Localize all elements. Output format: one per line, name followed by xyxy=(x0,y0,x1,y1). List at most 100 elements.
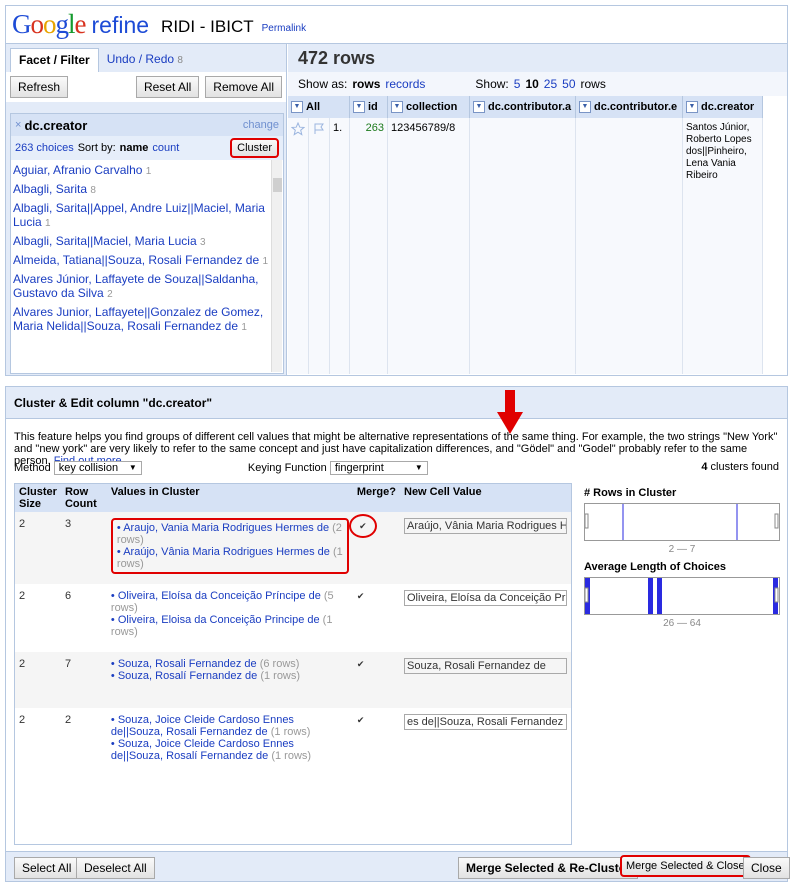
rows-histogram-chart xyxy=(584,504,779,540)
cell-contributor-a[interactable] xyxy=(469,118,576,374)
facet-title: dc.creator xyxy=(24,117,88,133)
refresh-button[interactable]: Refresh xyxy=(10,76,69,98)
dropdown-icon[interactable]: ▼ xyxy=(686,101,698,114)
facet-choice[interactable]: Alvares Júnior, Laffayete de Souza||Sald… xyxy=(13,272,271,302)
cluster-value[interactable]: • Souza, Joice Cleide Cardoso Ennes de||… xyxy=(111,714,349,738)
show-rows-option[interactable]: rows xyxy=(352,77,380,91)
dropdown-icon[interactable]: ▼ xyxy=(353,101,365,114)
facet-change-link[interactable]: change xyxy=(243,119,279,131)
choices-count: 263 choices xyxy=(15,142,74,154)
cell-contributor-e[interactable] xyxy=(575,118,683,374)
dialog-footer: Select All Deselect All Merge Selected &… xyxy=(6,851,790,881)
method-label: Method xyxy=(14,462,51,474)
facet-choice[interactable]: Albagli, Sarita 8 xyxy=(13,182,271,198)
choice-count: 3 xyxy=(200,237,206,248)
merge-checkbox[interactable]: ✔ xyxy=(357,659,367,669)
column-header-creator[interactable]: ▼ dc.creator xyxy=(682,96,763,118)
deselect-all-button[interactable]: Deselect All xyxy=(76,857,155,879)
cell-collection[interactable]: 123456789/8 xyxy=(387,118,470,374)
project-name[interactable]: RIDI - IBICT xyxy=(161,17,254,37)
cluster-value[interactable]: • Araujo, Vania Maria Rodrigues Hermes d… xyxy=(117,522,343,546)
cluster-value[interactable]: • Souza, Rosali Fernandez de (6 rows) xyxy=(111,658,349,670)
dropdown-icon[interactable]: ▼ xyxy=(291,101,303,114)
scrollbar-thumb[interactable] xyxy=(273,178,282,192)
merge-checkbox-highlight[interactable]: ✔ xyxy=(348,514,377,538)
facet-choice[interactable]: Almeida, Tatiana||Souza, Rosali Fernande… xyxy=(13,253,271,269)
range-handle-left[interactable] xyxy=(584,513,589,529)
column-header-contributor-e[interactable]: ▼ dc.contributor.e xyxy=(575,96,683,118)
value-label: Oliveira, Eloísa da Conceição Príncipe d… xyxy=(117,590,321,602)
tab-undo-redo[interactable]: Undo / Redo 8 xyxy=(99,48,191,72)
method-select[interactable]: key collision ▼ xyxy=(53,461,142,475)
page-size-option[interactable]: 50 xyxy=(562,77,575,91)
new-cell-value-input[interactable]: Araújo, Vânia Maria Rodrigues Hen xyxy=(404,518,567,534)
cluster-value[interactable]: • Araújo, Vânia Maria Rodrigues Hermes d… xyxy=(117,546,343,570)
choice-count: 2 xyxy=(107,289,113,300)
keying-label: Keying Function xyxy=(247,462,327,474)
cluster-row: 2 6 • Oliveira, Eloísa da Conceição Prín… xyxy=(15,584,571,652)
tab-facet-filter[interactable]: Facet / Filter xyxy=(10,48,99,72)
sort-count-option[interactable]: count xyxy=(152,142,179,154)
cluster-row-count: 6 xyxy=(64,590,72,602)
dropdown-icon[interactable]: ▼ xyxy=(473,101,485,114)
facet-choice[interactable]: Aguiar, Afranio Carvalho 1 xyxy=(13,163,271,179)
value-label: Souza, Rosali Fernandez de xyxy=(117,658,257,670)
merge-recluster-button[interactable]: Merge Selected & Re-Cluster xyxy=(458,857,639,879)
page-size-option[interactable]: 5 xyxy=(514,77,521,91)
column-header-all[interactable]: ▼ All xyxy=(288,96,350,118)
refine-logo-text[interactable]: refine xyxy=(92,12,150,39)
merge-close-button[interactable]: Merge Selected & Close xyxy=(620,855,751,877)
new-cell-value-input[interactable]: es de||Souza, Rosali Fernandez de xyxy=(404,714,567,730)
merge-checkbox[interactable]: ✔ xyxy=(357,715,367,725)
reset-all-button[interactable]: Reset All xyxy=(135,76,200,98)
cluster-value[interactable]: • Souza, Rosalí Fernandez de (1 rows) xyxy=(111,670,349,682)
range-handle-left[interactable] xyxy=(584,587,589,603)
new-cell-value-input[interactable]: Oliveira, Eloísa da Conceição Prínc xyxy=(404,590,567,606)
range-handle-right[interactable] xyxy=(774,513,779,529)
close-button[interactable]: Close xyxy=(743,857,790,879)
sort-name-option[interactable]: name xyxy=(120,142,149,154)
facet-toolbar: Refresh Reset All Remove All xyxy=(6,72,286,102)
keying-value: fingerprint xyxy=(334,462,384,474)
cluster-value[interactable]: • Oliveira, Eloisa da Conceição Principe… xyxy=(111,614,349,638)
page-size-option[interactable]: 25 xyxy=(544,77,557,91)
merge-checkbox[interactable]: ✔ xyxy=(358,521,368,531)
dropdown-icon[interactable]: ▼ xyxy=(579,101,591,114)
cluster-size: 2 xyxy=(15,652,61,708)
cell-creator[interactable]: Santos Júnior, Roberto Lopes dos||Pinhei… xyxy=(682,118,763,374)
select-all-button[interactable]: Select All xyxy=(14,857,80,879)
facet-choice[interactable]: Albagli, Sarita||Maciel, Maria Lucia 3 xyxy=(13,234,271,250)
facet-scrollbar[interactable] xyxy=(271,160,282,372)
length-histogram-range: 26 — 64 xyxy=(663,618,701,629)
data-panel: 472 rows Show as: rows records Show: 5 1… xyxy=(288,44,787,375)
cluster-value[interactable]: • Oliveira, Eloísa da Conceição Príncipe… xyxy=(111,590,349,614)
remove-all-button[interactable]: Remove All xyxy=(205,76,282,98)
cluster-value[interactable]: • Souza, Joice Cleide Cardoso Ennes de||… xyxy=(111,738,349,762)
close-icon[interactable]: × xyxy=(15,119,21,131)
cluster-stats: # Rows in Cluster 2 — 7 Average Length o… xyxy=(584,487,780,629)
dropdown-icon[interactable]: ▼ xyxy=(391,101,403,114)
dialog-title: Cluster & Edit column "dc.creator" xyxy=(6,387,787,419)
star-icon[interactable] xyxy=(288,118,309,374)
page-size-option[interactable]: 10 xyxy=(525,77,538,91)
keying-select[interactable]: fingerprint ▼ xyxy=(329,461,428,475)
length-histogram[interactable] xyxy=(584,577,780,615)
dc-creator-facet: × dc.creator change 263 choices Sort by:… xyxy=(10,113,284,374)
cell-id[interactable]: 263 xyxy=(349,118,388,374)
value-row-count: (1 rows) xyxy=(271,750,312,762)
facet-choice[interactable]: Alvares Junior, Laffayete||Gonzalez de G… xyxy=(13,305,271,335)
permalink-link[interactable]: Permalink xyxy=(262,23,306,34)
column-header-id[interactable]: ▼ id xyxy=(349,96,388,118)
show-records-option[interactable]: records xyxy=(385,77,425,91)
merge-checkbox[interactable]: ✔ xyxy=(357,591,367,601)
column-header-collection[interactable]: ▼ collection xyxy=(387,96,470,118)
flag-icon[interactable] xyxy=(308,118,330,374)
facet-choice[interactable]: Albagli, Sarita||Appel, Andre Luiz||Maci… xyxy=(13,201,271,231)
cluster-button[interactable]: Cluster xyxy=(230,138,279,158)
range-handle-right[interactable] xyxy=(774,587,779,603)
google-logo[interactable]: Google xyxy=(12,11,86,38)
left-panel: Facet / Filter Undo / Redo 8 Refresh Res… xyxy=(6,44,287,375)
column-header-contributor-a[interactable]: ▼ dc.contributor.a xyxy=(469,96,576,118)
rows-histogram[interactable] xyxy=(584,503,780,541)
new-cell-value-input[interactable]: Souza, Rosali Fernandez de xyxy=(404,658,567,674)
